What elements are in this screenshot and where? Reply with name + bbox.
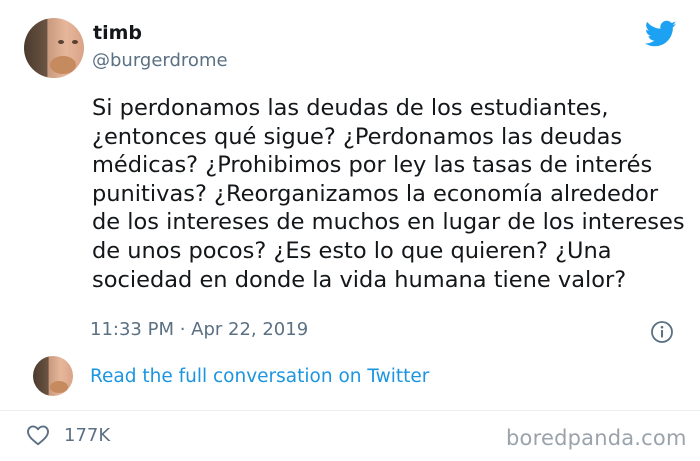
tweet-text: Si perdonamos las deudas de los estudian… — [92, 95, 685, 293]
source-watermark: boredpanda.com — [506, 426, 687, 450]
avatar-eye — [58, 40, 64, 44]
avatar-beard — [50, 381, 68, 393]
divider — [0, 410, 700, 411]
author-avatar[interactable] — [24, 18, 84, 78]
info-icon[interactable] — [650, 320, 674, 344]
tweet-timestamp[interactable]: 11:33 PM · Apr 22, 2019 — [90, 319, 308, 340]
author-handle[interactable]: @burgerdrome — [92, 50, 228, 71]
twitter-bird-icon[interactable] — [645, 20, 677, 48]
avatar-beard — [50, 56, 76, 74]
avatar-eye — [72, 40, 78, 44]
read-conversation-link[interactable]: Read the full conversation on Twitter — [90, 366, 429, 387]
tweet-card: timb @burgerdrome Si perdonamos las deud… — [0, 0, 700, 461]
author-display-name[interactable]: timb — [93, 22, 142, 44]
conversation-avatar[interactable] — [33, 356, 73, 396]
like-count: 177K — [64, 425, 111, 446]
heart-icon[interactable] — [26, 424, 50, 446]
